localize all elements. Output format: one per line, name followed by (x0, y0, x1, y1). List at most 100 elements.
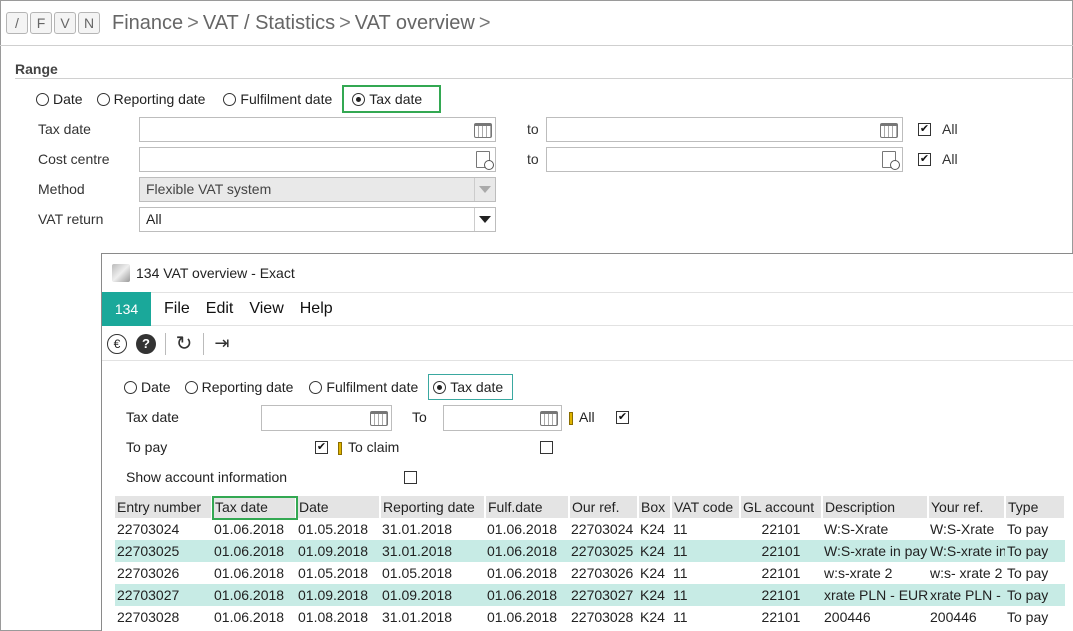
cell: To pay (1007, 521, 1049, 537)
calendar-icon[interactable] (879, 121, 899, 139)
tax-date-all-checkbox[interactable]: ✔ (918, 123, 931, 136)
cell: 01.05.2018 (382, 565, 453, 581)
col-your-ref[interactable]: Your ref. (928, 496, 1006, 518)
method-label: Method (38, 181, 85, 197)
radio-circle-selected (433, 380, 447, 394)
cell: 22101 (740, 584, 822, 606)
search-document-icon[interactable] (879, 150, 900, 170)
range-radio-group: Date Reporting date Fulfilment date Tax … (32, 85, 455, 113)
cell: 22703027 (569, 584, 638, 606)
cell: To pay (1005, 584, 1065, 606)
radio-label: Date (141, 379, 171, 395)
cost-centre-all-label: All (942, 151, 958, 167)
calendar-icon[interactable] (369, 409, 389, 427)
table-row[interactable]: 22703028 01.06.2018 01.08.2018 31.01.201… (115, 606, 1065, 628)
menu-file[interactable]: File (164, 300, 190, 318)
cell: K24 (640, 521, 665, 537)
col-description[interactable]: Description (822, 496, 929, 518)
breadcrumb-vat-overview: VAT overview (354, 11, 475, 34)
euro-icon[interactable]: € (107, 333, 127, 354)
window-radio-date[interactable]: Date (120, 374, 175, 400)
menu-help[interactable]: Help (300, 300, 333, 318)
search-document-icon[interactable] (473, 150, 494, 170)
col-reporting-date[interactable]: Reporting date (380, 496, 486, 518)
col-box[interactable]: Box (638, 496, 672, 518)
to-pay-checkbox[interactable]: ✔ (315, 441, 328, 454)
help-icon[interactable]: ? (136, 333, 156, 354)
col-type[interactable]: Type (1005, 496, 1066, 518)
breadcrumb-finance[interactable]: Finance (112, 12, 183, 35)
col-tax-date[interactable]: Tax date (211, 496, 297, 520)
window-all-checkbox[interactable]: ✔ (616, 411, 629, 424)
chevron-down-icon[interactable] (474, 208, 494, 231)
cell: 22703024 (117, 521, 180, 537)
show-account-checkbox[interactable] (404, 471, 417, 484)
refresh-icon[interactable]: ↻ (174, 333, 194, 355)
cell: 22101 (761, 609, 801, 625)
cell: To pay (1007, 565, 1049, 581)
menu-view[interactable]: View (249, 300, 283, 318)
cell: 11 (673, 565, 688, 581)
col-date[interactable]: Date (296, 496, 381, 518)
header: / F V N Finance > VAT / Statistics > VAT… (6, 8, 495, 38)
cost-centre-label: Cost centre (38, 151, 110, 167)
to-claim-text: To claim (348, 439, 400, 455)
calendar-icon[interactable] (473, 121, 493, 139)
table-row[interactable]: 22703026 01.06.2018 01.05.2018 01.05.201… (115, 562, 1065, 584)
cost-centre-from-input[interactable] (139, 147, 496, 172)
to-claim-label: To claim (338, 439, 399, 455)
cell: 22703028 (571, 609, 634, 625)
cell: To pay (1007, 609, 1049, 625)
table-row[interactable]: 22703027 01.06.2018 01.09.2018 01.09.201… (115, 584, 1065, 606)
to-pay-label: To pay (126, 439, 168, 455)
col-our-ref[interactable]: Our ref. (569, 496, 639, 518)
tax-date-to-label: to (527, 121, 539, 137)
table-row[interactable]: 22703025 01.06.2018 01.09.2018 31.01.201… (115, 540, 1065, 562)
cell: 01.06.2018 (485, 540, 569, 562)
col-gl-account[interactable]: GL account (740, 496, 823, 518)
radio-circle (96, 92, 110, 106)
key-button-n[interactable]: N (78, 12, 100, 34)
cell: 11 (671, 584, 740, 606)
window-radio-reporting-date[interactable]: Reporting date (181, 374, 298, 400)
radio-date[interactable]: Date (32, 86, 87, 112)
to-claim-checkbox[interactable] (540, 441, 553, 454)
breadcrumb-separator: > (339, 11, 351, 34)
key-button-slash[interactable]: / (6, 12, 28, 34)
table-row[interactable]: 22703024 01.06.2018 01.05.2018 31.01.201… (115, 518, 1065, 540)
cell: xrate PLN - (928, 584, 1005, 606)
cell: 22101 (761, 565, 801, 581)
cost-centre-to-input[interactable] (546, 147, 903, 172)
window-radio-tax-date[interactable]: Tax date (428, 374, 514, 400)
menu-edit[interactable]: Edit (206, 300, 234, 318)
tax-date-from-input[interactable] (139, 117, 496, 142)
cell: 22703027 (115, 584, 212, 606)
radio-label: Tax date (450, 379, 504, 395)
col-entry-number[interactable]: Entry number (115, 496, 213, 518)
key-button-f[interactable]: F (30, 12, 52, 34)
radio-fulfilment-date[interactable]: Fulfilment date (219, 86, 336, 112)
cell: 11 (673, 521, 688, 537)
vat-return-select[interactable]: All (139, 207, 496, 232)
key-button-v[interactable]: V (54, 12, 76, 34)
cell: W:S-xrate in pay (822, 540, 928, 562)
tax-date-to-input[interactable] (546, 117, 903, 142)
window-radio-fulfilment-date[interactable]: Fulfilment date (305, 374, 422, 400)
col-fulf-date[interactable]: Fulf.date (485, 496, 570, 518)
breadcrumb-vat-statistics[interactable]: VAT / Statistics (203, 12, 335, 35)
radio-reporting-date[interactable]: Reporting date (93, 86, 210, 112)
col-vat-code[interactable]: VAT code (671, 496, 741, 518)
radio-label: Tax date (369, 91, 423, 107)
calendar-icon[interactable] (539, 409, 559, 427)
radio-tax-date[interactable]: Tax date (342, 85, 442, 113)
window-all-label: All (569, 409, 595, 425)
radio-circle (223, 92, 237, 106)
cell: 01.06.2018 (212, 584, 296, 606)
cell: 01.06.2018 (214, 521, 285, 537)
exit-icon[interactable]: ⇥ (212, 333, 232, 354)
cell: 22101 (761, 521, 801, 537)
range-title: Range (15, 61, 58, 77)
cell: 01.05.2018 (298, 521, 369, 537)
cost-centre-all-checkbox[interactable]: ✔ (918, 153, 931, 166)
cell: 31.01.2018 (380, 540, 485, 562)
